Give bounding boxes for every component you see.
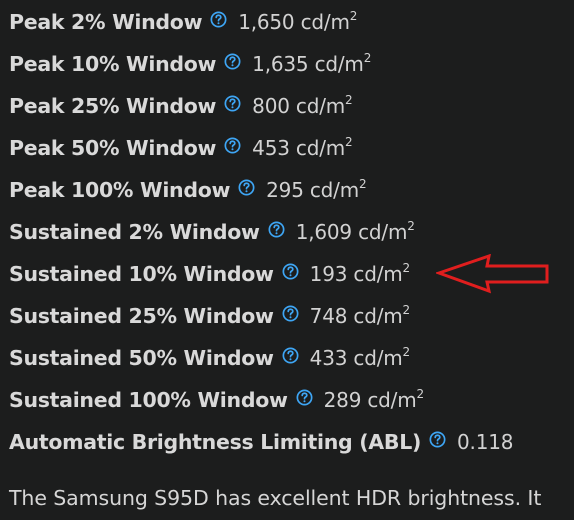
measurement-label: Sustained 10% Window: [9, 262, 274, 286]
measurement-row-sustained-25: Sustained 25% Window 748 cd/m2: [9, 295, 410, 337]
question-circle-icon[interactable]: [210, 11, 227, 28]
measurement-value: 0.118: [457, 430, 514, 454]
measurement-label: Peak 10% Window: [9, 52, 217, 76]
measurement-value: 193 cd/m2: [309, 261, 410, 286]
measurement-label: Peak 50% Window: [9, 136, 217, 160]
measurement-label: Sustained 50% Window: [9, 346, 274, 370]
review-paragraph: The Samsung S95D has excellent HDR brigh…: [9, 486, 542, 510]
measurement-label: Peak 2% Window: [9, 10, 203, 34]
measurement-value: 800 cd/m2: [252, 93, 353, 118]
measurement-row-sustained-50: Sustained 50% Window 433 cd/m2: [9, 337, 410, 379]
measurement-value: 289 cd/m2: [323, 387, 424, 412]
question-circle-icon[interactable]: [282, 305, 299, 322]
measurement-label: Sustained 2% Window: [9, 220, 260, 244]
question-circle-icon[interactable]: [282, 347, 299, 364]
measurement-value: 1,609 cd/m2: [295, 219, 415, 244]
left-arrow-icon: [436, 254, 549, 294]
measurement-row-sustained-2: Sustained 2% Window 1,609 cd/m2: [9, 211, 415, 253]
measurement-value: 748 cd/m2: [309, 303, 410, 328]
measurement-value: 453 cd/m2: [252, 135, 353, 160]
question-circle-icon[interactable]: [238, 179, 255, 196]
question-circle-icon[interactable]: [268, 221, 285, 238]
measurement-value: 295 cd/m2: [266, 177, 367, 202]
measurement-row-peak-50: Peak 50% Window 453 cd/m2: [9, 127, 353, 169]
measurement-value: 1,650 cd/m2: [238, 9, 358, 34]
measurement-label: Peak 25% Window: [9, 94, 217, 118]
question-circle-icon[interactable]: [224, 53, 241, 70]
measurement-label: Peak 100% Window: [9, 178, 231, 202]
measurement-value: 1,635 cd/m2: [252, 51, 372, 76]
measurement-row-peak-100: Peak 100% Window 295 cd/m2: [9, 169, 367, 211]
measurement-label: Sustained 100% Window: [9, 388, 288, 412]
measurement-label: Automatic Brightness Limiting (ABL): [9, 430, 422, 454]
measurement-label: Sustained 25% Window: [9, 304, 274, 328]
measurement-row-sustained-100: Sustained 100% Window 289 cd/m2: [9, 379, 424, 421]
measurement-row-peak-25: Peak 25% Window 800 cd/m2: [9, 85, 353, 127]
measurement-row-peak-10: Peak 10% Window 1,635 cd/m2: [9, 43, 371, 85]
measurement-row-abl: Automatic Brightness Limiting (ABL) 0.11…: [9, 421, 513, 463]
question-circle-icon[interactable]: [224, 95, 241, 112]
question-circle-icon[interactable]: [296, 389, 313, 406]
measurement-row-sustained-10: Sustained 10% Window 193 cd/m2: [9, 253, 410, 295]
measurement-row-peak-2: Peak 2% Window 1,650 cd/m2: [9, 1, 357, 43]
question-circle-icon[interactable]: [429, 431, 446, 448]
measurement-value: 433 cd/m2: [309, 345, 410, 370]
question-circle-icon[interactable]: [282, 263, 299, 280]
question-circle-icon[interactable]: [224, 137, 241, 154]
